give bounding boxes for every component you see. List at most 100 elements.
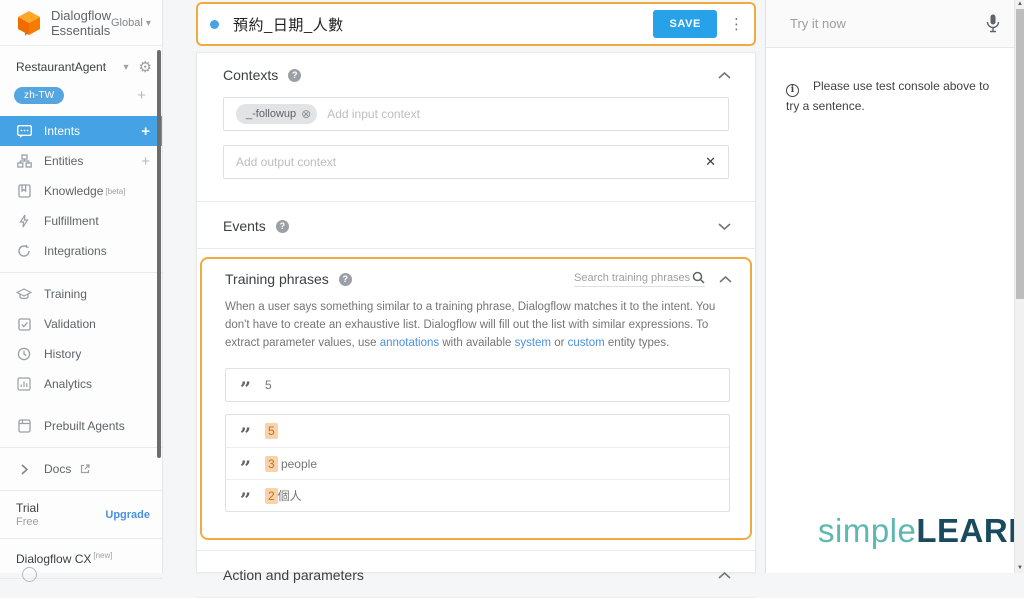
phrase-row[interactable]: ” 5: [226, 369, 729, 401]
annotated-entity[interactable]: 2: [265, 488, 278, 504]
output-context-field[interactable]: Add output context ✕: [223, 145, 729, 179]
search-input[interactable]: [574, 272, 692, 284]
chip-label: _-followup: [246, 108, 296, 120]
new-badge: [new]: [93, 551, 112, 560]
action-parameters-title: Action and parameters: [223, 567, 364, 583]
agent-selector[interactable]: RestaurantAgent ▾ ⚙: [0, 52, 162, 82]
plan-tier: Free: [16, 516, 105, 528]
prebuilt-agents-icon: [16, 418, 32, 434]
clear-contexts-icon[interactable]: ✕: [705, 154, 716, 170]
graduation-cap-icon: [16, 286, 32, 302]
chevron-up-icon[interactable]: [718, 72, 731, 79]
region-selector[interactable]: Global ▾: [111, 17, 161, 29]
trial-row: Trial Free Upgrade: [0, 497, 162, 532]
app-title: Dialogflow Essentials: [51, 8, 111, 38]
new-phrase-input-box[interactable]: ” 5: [225, 368, 730, 402]
help-icon[interactable]: ?: [276, 220, 289, 233]
phrase-row[interactable]: ” 2個人: [226, 479, 729, 511]
external-link-icon: [77, 461, 93, 477]
sidebar-item-intents[interactable]: Intents +: [0, 116, 162, 146]
training-phrases-list: ” 5 ” 3 people ” 2個人: [225, 414, 730, 512]
add-entity-button[interactable]: +: [141, 153, 150, 170]
sidebar-item-knowledge[interactable]: Knowledge [beta]: [0, 176, 162, 206]
bar-chart-icon: [16, 376, 32, 392]
output-context-placeholder: Add output context: [236, 155, 336, 169]
help-icon[interactable]: ?: [339, 273, 352, 286]
sidebar-item-training[interactable]: Training: [0, 279, 162, 309]
sidebar-nav: Intents + Entities + Knowledge [beta] Fu…: [0, 116, 162, 579]
main-content: 預約_日期_人數 SAVE ⋮ Contexts ? _-followup ⊗ …: [164, 0, 765, 573]
quote-icon: ”: [240, 463, 251, 473]
divider: [0, 272, 162, 273]
scroll-down-icon[interactable]: ▼: [1015, 564, 1024, 573]
save-button[interactable]: SAVE: [653, 10, 717, 38]
sidebar-item-label: Intents: [44, 124, 80, 138]
sidebar-item-integrations[interactable]: Integrations: [0, 236, 162, 266]
contexts-section-header[interactable]: Contexts ?: [197, 53, 755, 93]
watermark-simple: simple: [818, 512, 916, 549]
upgrade-link[interactable]: Upgrade: [105, 509, 150, 521]
agent-caret-icon[interactable]: ▾: [124, 62, 129, 73]
sidebar-item-fulfillment[interactable]: Fulfillment: [0, 206, 162, 236]
input-context-chip[interactable]: _-followup ⊗: [236, 104, 317, 124]
clock-icon: [16, 346, 32, 362]
sidebar-item-docs[interactable]: Docs: [0, 454, 162, 484]
info-icon: i: [786, 84, 799, 97]
remove-chip-icon[interactable]: ⊗: [301, 107, 311, 121]
sidebar-item-label: Fulfillment: [44, 214, 99, 228]
action-parameters-section-header[interactable]: Action and parameters: [197, 551, 755, 597]
input-context-field[interactable]: _-followup ⊗ Add input context: [223, 97, 729, 131]
phrase-text: people: [278, 457, 317, 471]
try-it-now-bar: [766, 0, 1014, 48]
custom-entities-link[interactable]: custom: [568, 337, 605, 349]
intent-name-input[interactable]: 預約_日期_人數: [233, 14, 653, 35]
microphone-icon[interactable]: [986, 14, 1000, 33]
sidebar-item-analytics[interactable]: Analytics: [0, 369, 162, 399]
intent-status-dot-icon: [210, 20, 219, 29]
entities-graph-icon: [16, 153, 32, 169]
lightning-icon: [16, 213, 32, 229]
more-options-icon[interactable]: ⋮: [729, 15, 744, 33]
add-intent-button[interactable]: +: [141, 123, 150, 140]
help-icon[interactable]: ?: [288, 69, 301, 82]
add-language-button[interactable]: +: [137, 87, 146, 104]
scroll-up-icon[interactable]: ▲: [1015, 0, 1024, 9]
search-icon[interactable]: [692, 271, 705, 284]
dialogflow-logo-icon: [16, 10, 42, 36]
system-entities-link[interactable]: system: [515, 337, 551, 349]
sidebar-item-label: Prebuilt Agents: [44, 419, 125, 433]
watermark-learn: LEARN: [916, 512, 1024, 549]
chat-bubble-icon: [16, 123, 32, 139]
sidebar-item-history[interactable]: History: [0, 339, 162, 369]
agent-name: RestaurantAgent: [16, 60, 124, 74]
sidebar-item-validation[interactable]: Validation: [0, 309, 162, 339]
description-text: entity types.: [605, 337, 670, 349]
annotated-entity[interactable]: 5: [265, 423, 278, 439]
training-phrases-title: Training phrases: [225, 271, 329, 287]
sidebar-item-entities[interactable]: Entities +: [0, 146, 162, 176]
app-logo-row: Dialogflow Essentials Global ▾: [0, 0, 162, 46]
chevron-down-icon[interactable]: [718, 223, 731, 230]
support-icon[interactable]: [22, 567, 37, 582]
intent-detail-card: Contexts ? _-followup ⊗ Add input contex…: [196, 52, 756, 573]
phrase-row[interactable]: ” 5: [226, 415, 729, 447]
language-badge[interactable]: zh-TW: [14, 87, 64, 104]
annotated-entity[interactable]: 3: [265, 456, 278, 472]
events-section-header[interactable]: Events ?: [197, 202, 755, 248]
chevron-up-icon[interactable]: [719, 276, 732, 283]
annotations-link[interactable]: annotations: [380, 337, 439, 349]
sync-icon: [16, 243, 32, 259]
beta-badge: [beta]: [105, 187, 125, 196]
training-phrases-description: When a user says something similar to a …: [202, 293, 750, 364]
book-icon: [16, 183, 32, 199]
sidebar-scrollbar[interactable]: [157, 50, 161, 458]
sidebar-item-prebuilt-agents[interactable]: Prebuilt Agents: [0, 411, 162, 441]
agent-settings-gear-icon[interactable]: ⚙: [139, 58, 152, 76]
window-scrollbar[interactable]: ▲ ▼: [1014, 0, 1024, 573]
search-training-phrases: [574, 271, 705, 287]
language-row: zh-TW +: [0, 82, 162, 108]
divider: [197, 248, 755, 249]
phrase-row[interactable]: ” 3 people: [226, 447, 729, 479]
try-it-now-input[interactable]: [790, 16, 986, 31]
scrollbar-thumb[interactable]: [1016, 9, 1024, 299]
